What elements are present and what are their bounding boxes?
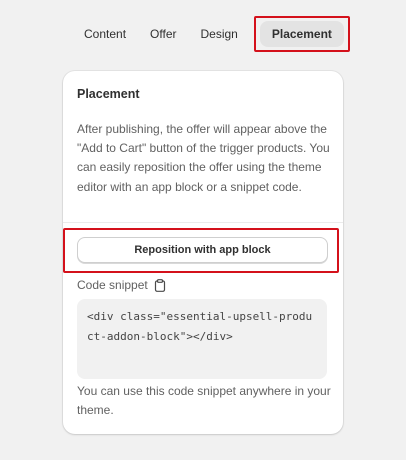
placement-page: Content Offer Design Placement Placement… [0, 0, 406, 460]
divider [63, 222, 343, 223]
reposition-button[interactable]: Reposition with app block [77, 237, 328, 263]
snippet-label: Code snippet [77, 278, 148, 292]
snippet-label-row: Code snippet [77, 278, 166, 292]
tab-placement-highlight: Placement [253, 16, 350, 52]
tab-bar: Content Offer Design Placement [72, 16, 350, 52]
tab-design[interactable]: Design [189, 20, 250, 48]
clipboard-icon[interactable] [154, 278, 166, 292]
code-snippet[interactable]: <div class="essential-upsell-product-add… [77, 299, 327, 379]
tab-offer[interactable]: Offer [138, 20, 188, 48]
tab-content[interactable]: Content [72, 20, 138, 48]
tab-placement[interactable]: Placement [259, 21, 344, 47]
footer-text: You can use this code snippet anywhere i… [77, 384, 331, 418]
placement-card: Placement After publishing, the offer wi… [63, 71, 343, 434]
card-description: After publishing, the offer will appear … [77, 122, 330, 194]
card-title: Placement [77, 87, 140, 101]
